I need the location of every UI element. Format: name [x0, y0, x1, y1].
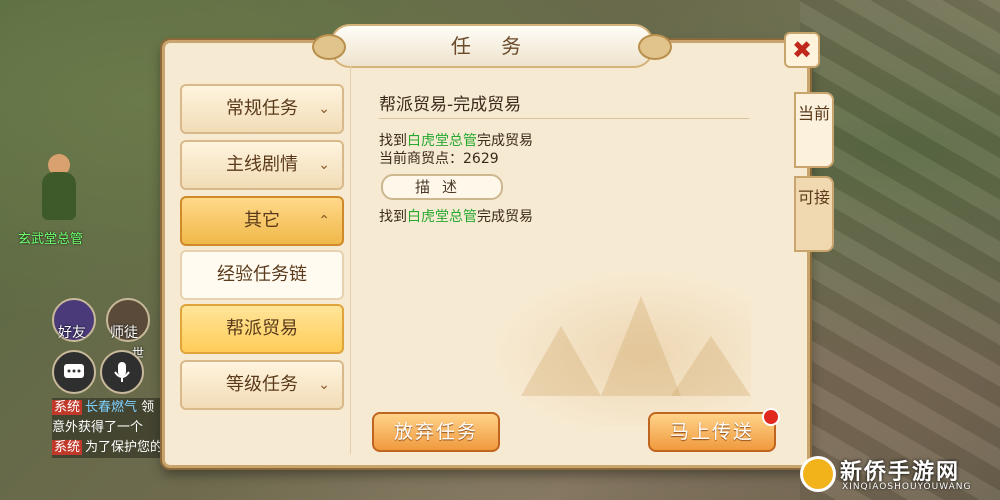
- chat-extra: 领: [141, 400, 155, 415]
- microphone-icon[interactable]: [100, 350, 144, 394]
- teleport-now-button[interactable]: 马上传送: [648, 412, 776, 452]
- mountain-shape: [601, 296, 681, 396]
- menu-item-label: 经验任务链: [217, 264, 307, 285]
- chat-text: 长春燃气: [85, 400, 138, 415]
- task-objective: 找到白虎堂总管完成贸易: [379, 130, 533, 150]
- task-window: 任 务 ✖ 常规任务 ⌄ 主线剧情 ⌄ 其它 ⌃ 经验任务链 帮派贸易 等级任务…: [162, 24, 834, 468]
- npc-name-label: 玄武堂总管: [18, 232, 84, 247]
- trade-points-value: 2629: [463, 151, 499, 167]
- mountain-shape: [671, 336, 751, 396]
- menu-item-regular-tasks[interactable]: 常规任务 ⌄: [180, 84, 344, 134]
- task-detail-panel: 帮派贸易-完成贸易 找到白虎堂总管完成贸易 当前商贸点：2629 描述 找到白虎…: [350, 66, 781, 454]
- menu-item-other[interactable]: 其它 ⌃: [180, 196, 344, 246]
- chevron-down-icon: ⌄: [318, 377, 330, 393]
- objective-target-link[interactable]: 白虎堂总管: [407, 133, 477, 149]
- trade-points: 当前商贸点：2629: [379, 148, 499, 168]
- ink-painting-illustration: [481, 266, 751, 426]
- scroll-ornament-icon: [312, 34, 346, 60]
- chat-line: 意外获得了一个: [52, 418, 172, 438]
- description-target-link[interactable]: 白虎堂总管: [407, 209, 477, 225]
- chevron-down-icon: ⌄: [318, 157, 330, 173]
- menu-item-exp-task-chain[interactable]: 经验任务链: [180, 250, 344, 300]
- site-watermark: 新侨手游网 XINQIAOSHOUYOUWANG: [800, 452, 990, 494]
- description-header: 描述: [381, 174, 503, 200]
- scroll-ornament-icon: [638, 34, 672, 60]
- menu-item-label: 其它: [244, 210, 280, 231]
- abandon-task-button[interactable]: 放弃任务: [372, 412, 500, 452]
- chevron-up-icon: ⌃: [318, 213, 330, 229]
- menu-item-label: 帮派贸易: [226, 318, 298, 339]
- tab-label: 当前: [797, 104, 830, 123]
- tab-available[interactable]: 可接: [794, 176, 834, 252]
- chat-line: 系统 为了保护您的: [52, 438, 172, 458]
- mountain-shape: [521, 326, 601, 396]
- objective-prefix: 找到: [379, 133, 407, 149]
- menu-item-label: 主线剧情: [226, 154, 298, 175]
- chat-system-tag: 系统: [52, 440, 83, 455]
- description-suffix: 完成贸易: [477, 209, 533, 225]
- friends-label: 好友: [58, 325, 86, 341]
- divider: [379, 118, 749, 119]
- npc-character[interactable]: [28, 150, 88, 230]
- window-title: 任 务: [450, 34, 534, 58]
- tab-label: 可接: [797, 188, 830, 207]
- description-prefix: 找到: [379, 209, 407, 225]
- chat-log: 系统 长春燃气 领 意外获得了一个 系统 为了保护您的: [52, 398, 172, 458]
- task-description: 找到白虎堂总管完成贸易: [379, 206, 533, 226]
- notification-badge: [762, 408, 780, 426]
- chat-text: 为了保护您的: [85, 440, 164, 455]
- chat-bubble-icon[interactable]: [52, 350, 96, 394]
- npc-body: [42, 172, 76, 220]
- watermark-pinyin: XINQIAOSHOUYOUWANG: [842, 482, 972, 492]
- window-title-bar: 任 务: [312, 24, 672, 68]
- tab-current[interactable]: 当前: [794, 92, 834, 168]
- menu-item-level-tasks[interactable]: 等级任务 ⌄: [180, 360, 344, 410]
- menu-item-guild-trade[interactable]: 帮派贸易: [180, 304, 344, 354]
- close-button[interactable]: ✖: [784, 32, 820, 68]
- menu-item-label: 等级任务: [226, 374, 298, 395]
- close-icon: ✖: [791, 36, 813, 64]
- chat-line: 系统 长春燃气 领: [52, 398, 172, 418]
- menu-item-main-story[interactable]: 主线剧情 ⌄: [180, 140, 344, 190]
- chevron-down-icon: ⌄: [318, 101, 330, 117]
- trade-points-label: 当前商贸点：: [379, 151, 463, 167]
- menu-item-label: 常规任务: [226, 98, 298, 119]
- watermark-logo-icon: [800, 456, 836, 492]
- objective-suffix: 完成贸易: [477, 133, 533, 149]
- chat-system-tag: 系统: [52, 400, 83, 415]
- master-label: 师徒: [110, 325, 138, 341]
- task-title: 帮派贸易-完成贸易: [379, 95, 522, 115]
- chat-text: 意外获得了一个: [52, 420, 144, 435]
